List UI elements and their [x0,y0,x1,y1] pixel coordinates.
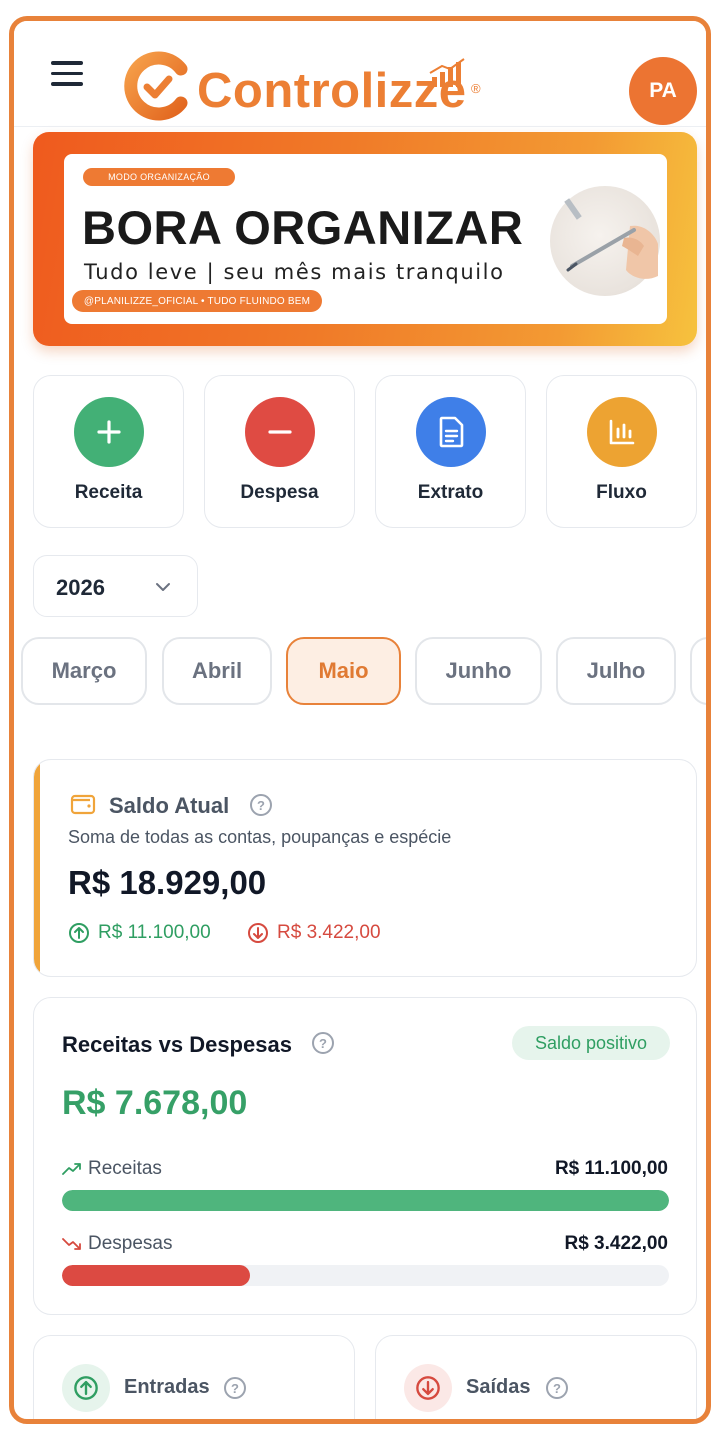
app-frame: Controlizze ® PA MODO ORGANIZAÇÃO BORA O… [9,16,711,1424]
rvd-amount: R$ 7.678,00 [62,1084,248,1122]
month-label: Julho [586,658,646,683]
saldo-income: R$ 11.100,00 [68,922,211,944]
despesa-button[interactable]: Despesa [204,375,355,528]
card-accent [34,760,40,976]
saldo-expense-value: R$ 3.422,00 [277,922,381,943]
receitas-vs-despesas-card: Receitas vs Despesas ? Saldo positivo R$… [33,997,697,1315]
registered-mark: ® [471,81,481,96]
extrato-button[interactable]: Extrato [375,375,526,528]
trending-down-icon [62,1238,81,1250]
receitas-bar-fill [62,1190,669,1211]
banner-handle: @PLANILIZZE_OFICIAL • TUDO FLUINDO BEM [72,290,322,312]
month-tab-maio[interactable]: Maio [286,637,401,705]
banner-card: MODO ORGANIZAÇÃO BORA ORGANIZAR Tudo lev… [64,154,667,324]
arrow-down-circle-icon [248,923,268,943]
rvd-title: Receitas vs Despesas [62,1032,292,1057]
arrow-up-circle-icon [62,1364,110,1412]
banner-photo [550,186,660,296]
entradas-card[interactable]: Entradas ? [33,1335,355,1419]
banner-subtitle: Tudo leve | seu mês mais tranquilo [84,260,505,284]
help-icon[interactable]: ? [312,1032,334,1054]
despesa-label: Despesa [240,482,319,503]
growth-chart-icon [429,58,465,87]
saidas-label: Saídas [466,1376,531,1398]
minus-icon [245,397,315,467]
fluxo-label: Fluxo [596,482,647,503]
saldo-amount: R$ 18.929,00 [68,864,267,901]
month-label: Junho [445,658,512,683]
fluxo-button[interactable]: Fluxo [546,375,697,528]
banner-tag: MODO ORGANIZAÇÃO [83,168,235,186]
saldo-atual-card: Saldo Atual ? Soma de todas as contas, p… [33,759,697,977]
saldo-income-value: R$ 11.100,00 [98,922,211,943]
despesas-value: R$ 3.422,00 [564,1233,668,1254]
banner-title: BORA ORGANIZAR [82,201,524,254]
despesas-bar [62,1265,669,1286]
receitas-value: R$ 11.100,00 [554,1158,668,1179]
despesas-label: Despesas [88,1233,173,1254]
logo-text: Controlizze [197,64,467,118]
despesas-row-label: Despesas [62,1233,173,1255]
wallet-icon [70,794,96,815]
entradas-label: Entradas [124,1376,210,1398]
status-badge: Saldo positivo [512,1026,670,1060]
document-icon [416,397,486,467]
month-tab-julho[interactable]: Julho [556,637,676,705]
top-bar: Controlizze ® PA [14,21,706,127]
month-tab-junho[interactable]: Junho [415,637,542,705]
arrow-down-circle-icon [404,1364,452,1412]
logo-mark-icon [124,51,188,121]
month-tab-abril[interactable]: Abril [162,637,272,705]
month-label: Abril [191,658,243,683]
receitas-row-label: Receitas [62,1158,162,1180]
month-tab-marco[interactable]: Março [21,637,147,705]
receita-label: Receita [74,482,143,503]
receitas-bar [62,1190,669,1211]
help-icon[interactable]: ? [224,1377,246,1399]
year-value: 2026 [56,575,105,600]
bar-chart-icon [587,397,657,467]
promo-banner[interactable]: MODO ORGANIZAÇÃO BORA ORGANIZAR Tudo lev… [33,132,697,346]
hand-pen-illustration [564,198,658,279]
help-icon[interactable]: ? [250,794,272,816]
month-label: Maio [318,658,369,683]
avatar[interactable]: PA [629,57,697,125]
extrato-label: Extrato [417,482,484,503]
saldo-title: Saldo Atual [109,793,230,818]
month-tab-next[interactable] [690,637,706,705]
help-icon[interactable]: ? [546,1377,568,1399]
receita-button[interactable]: Receita [33,375,184,528]
despesas-bar-fill [62,1265,251,1286]
saldo-expense: R$ 3.422,00 [247,922,381,944]
month-label: Março [51,658,117,683]
saidas-card[interactable]: Saídas ? [375,1335,697,1419]
saldo-description: Soma de todas as contas, poupanças e esp… [68,827,452,847]
year-select[interactable]: 2026 [33,555,198,617]
arrow-up-circle-icon [69,923,89,943]
trending-up-icon [62,1163,81,1175]
plus-icon [74,397,144,467]
receitas-label: Receitas [88,1158,162,1179]
chevron-down-icon [156,583,170,591]
hamburger-icon[interactable] [51,61,83,89]
